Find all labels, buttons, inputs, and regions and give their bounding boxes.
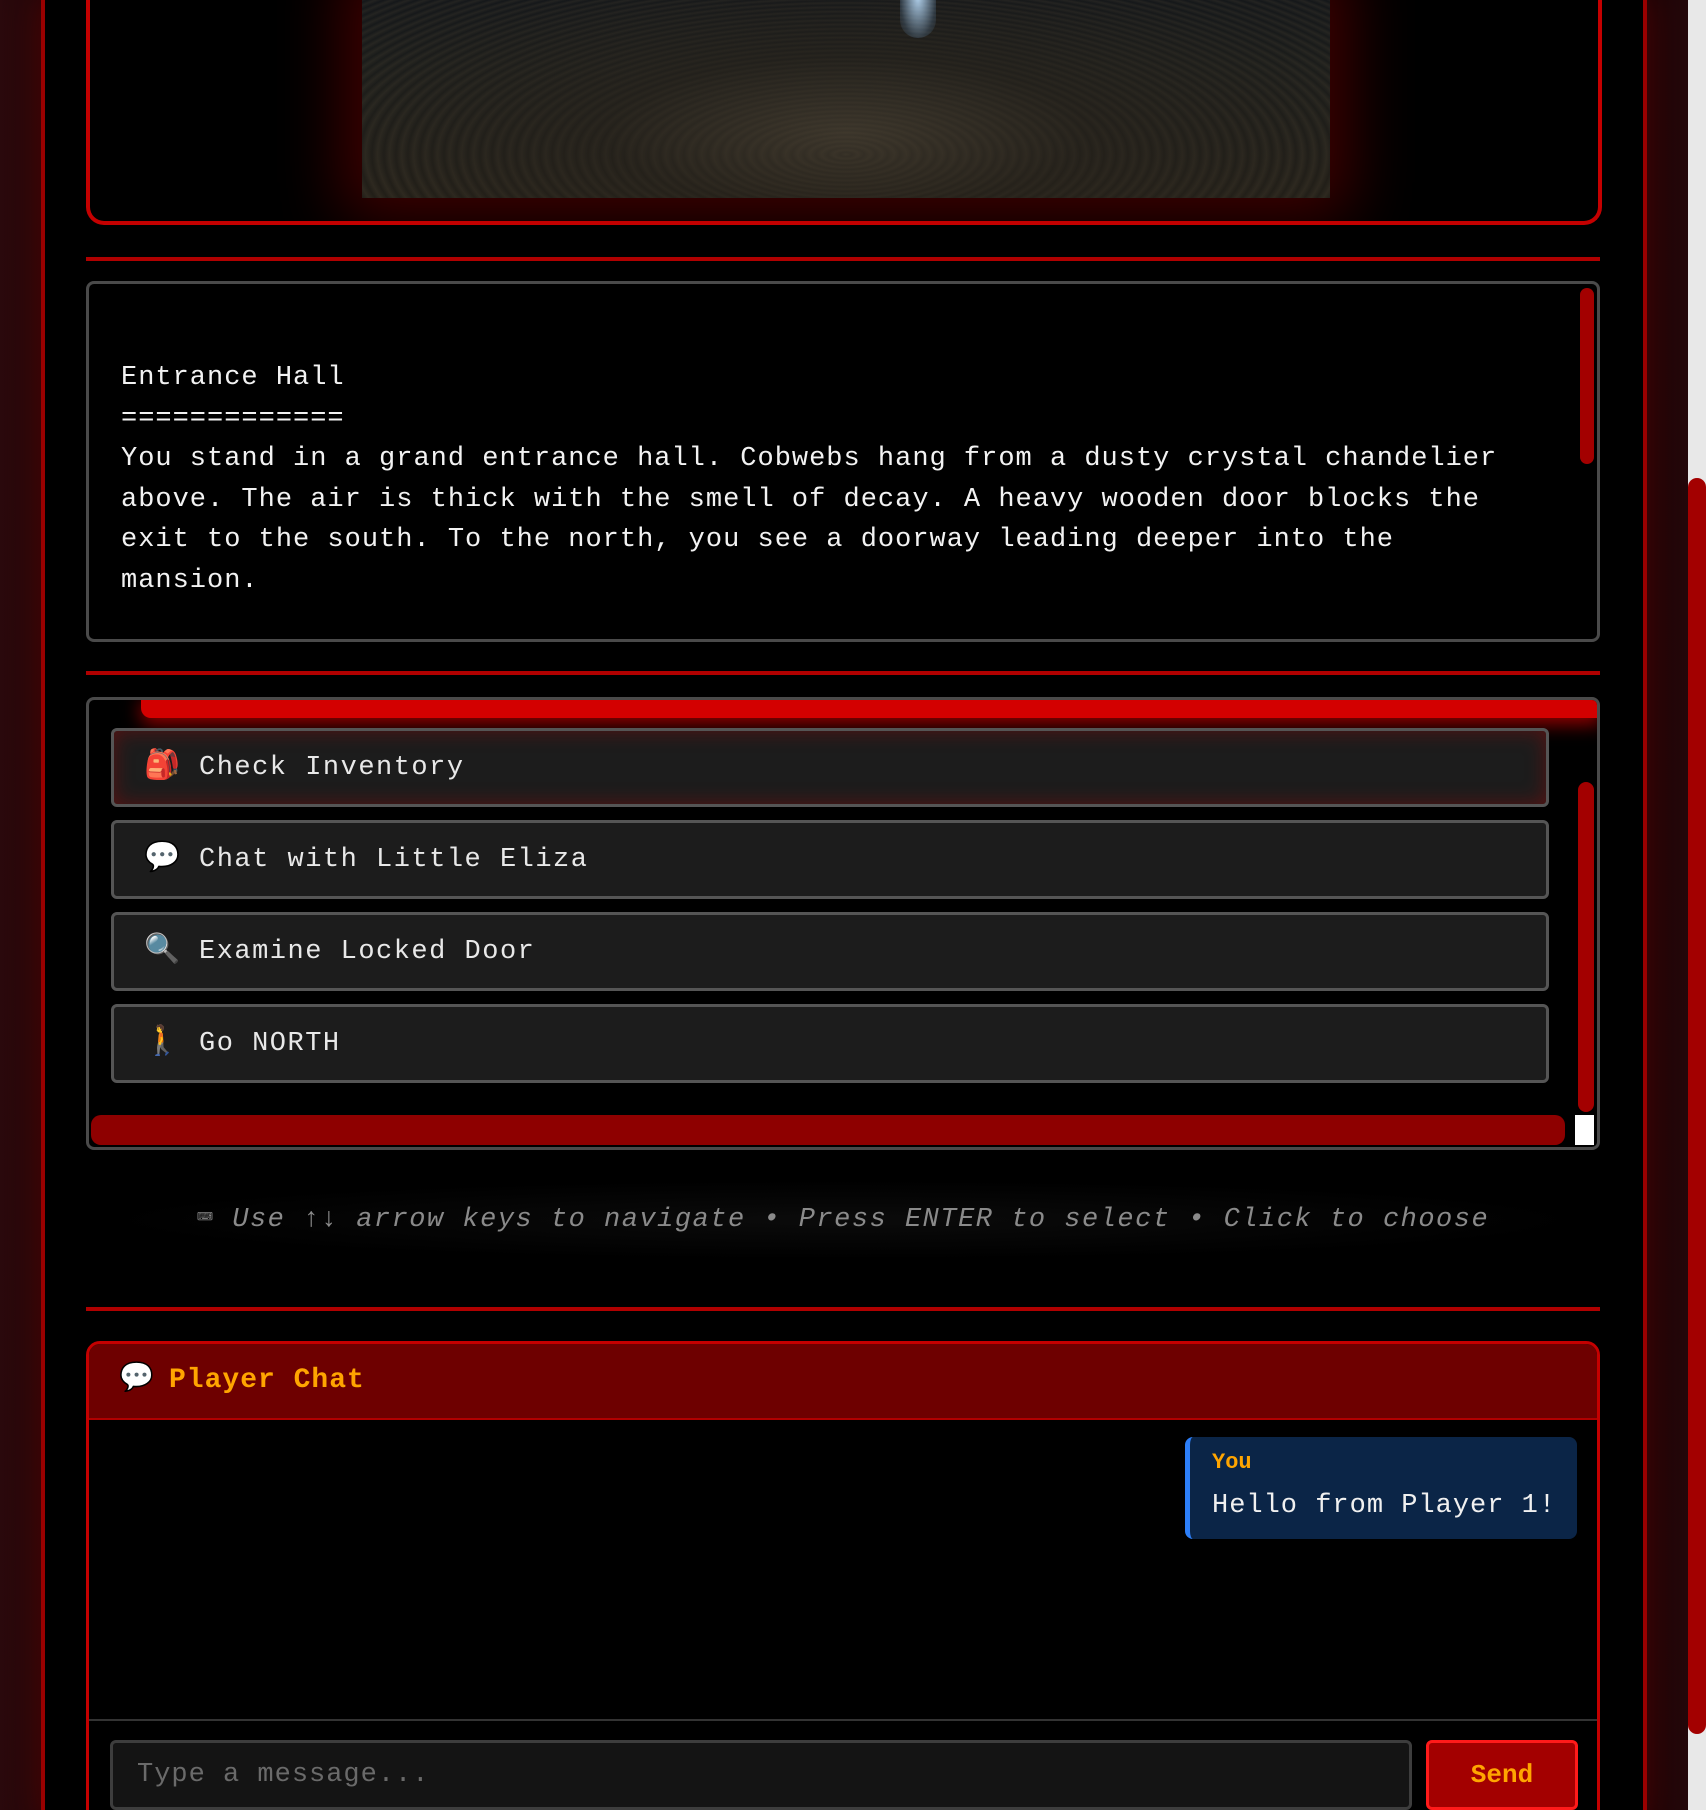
chat-title: Player Chat — [169, 1365, 365, 1396]
selection-highlight-bar — [141, 700, 1597, 718]
scene-image — [362, 0, 1330, 198]
controls-hint-text: Use ↑↓ arrow keys to navigate • Press EN… — [232, 1205, 1490, 1235]
speech-bubble-icon: 💬 — [119, 1364, 154, 1395]
choice-go-north[interactable]: 🚶 Go NORTH — [111, 1004, 1549, 1083]
ghost-figure — [900, 0, 936, 38]
scrollbar-corner — [1575, 1115, 1594, 1145]
choice-chat-little-eliza[interactable]: 💬 Chat with Little Eliza — [111, 820, 1549, 899]
send-button[interactable]: Send — [1426, 1740, 1578, 1810]
section-divider — [86, 671, 1600, 675]
room-description: Entrance Hall ============= You stand in… — [121, 358, 1521, 601]
chat-header: 💬 Player Chat — [89, 1344, 1597, 1420]
message-text: Hello from Player 1! — [1212, 1491, 1557, 1521]
choices-panel: 🎒 Check Inventory 💬 Chat with Little Eli… — [86, 697, 1600, 1150]
chat-footer-divider — [89, 1719, 1597, 1721]
choices-horizontal-scrollbar[interactable] — [91, 1115, 1565, 1145]
walking-person-icon: 🚶 — [144, 1026, 181, 1059]
chat-message-input[interactable] — [110, 1740, 1412, 1810]
game-page: Entrance Hall ============= You stand in… — [0, 0, 1706, 1810]
speech-bubble-icon: 💬 — [144, 842, 181, 875]
backpack-icon: 🎒 — [144, 750, 181, 783]
message-author: You — [1212, 1450, 1252, 1475]
choice-examine-locked-door[interactable]: 🔍 Examine Locked Door — [111, 912, 1549, 991]
magnifying-glass-icon: 🔍 — [144, 934, 181, 967]
room-description-panel[interactable]: Entrance Hall ============= You stand in… — [86, 281, 1600, 642]
chat-message: You Hello from Player 1! — [1185, 1437, 1577, 1539]
player-chat-panel: 💬 Player Chat You Hello from Player 1! S… — [86, 1341, 1600, 1810]
choice-label: Chat with Little Eliza — [199, 845, 589, 875]
choice-label: Examine Locked Door — [199, 937, 536, 967]
scene-image-panel — [86, 0, 1602, 225]
section-divider — [86, 257, 1600, 261]
choices-vertical-scrollbar[interactable] — [1578, 782, 1594, 1112]
keyboard-icon: ⌨ — [196, 1205, 215, 1235]
room-title: Entrance Hall — [121, 363, 345, 393]
choice-label: Go NORTH — [199, 1029, 341, 1059]
choice-check-inventory[interactable]: 🎒 Check Inventory — [111, 728, 1549, 807]
room-title-underline: ============= — [121, 403, 345, 434]
room-description-text: You stand in a grand entrance hall. Cobw… — [121, 444, 1515, 596]
description-scrollbar[interactable] — [1580, 288, 1594, 464]
choice-label: Check Inventory — [199, 753, 465, 783]
controls-hint: ⌨ Use ↑↓ arrow keys to navigate • Press … — [86, 1180, 1600, 1260]
page-scrollbar-thumb[interactable] — [1688, 478, 1706, 1734]
section-divider — [86, 1307, 1600, 1311]
